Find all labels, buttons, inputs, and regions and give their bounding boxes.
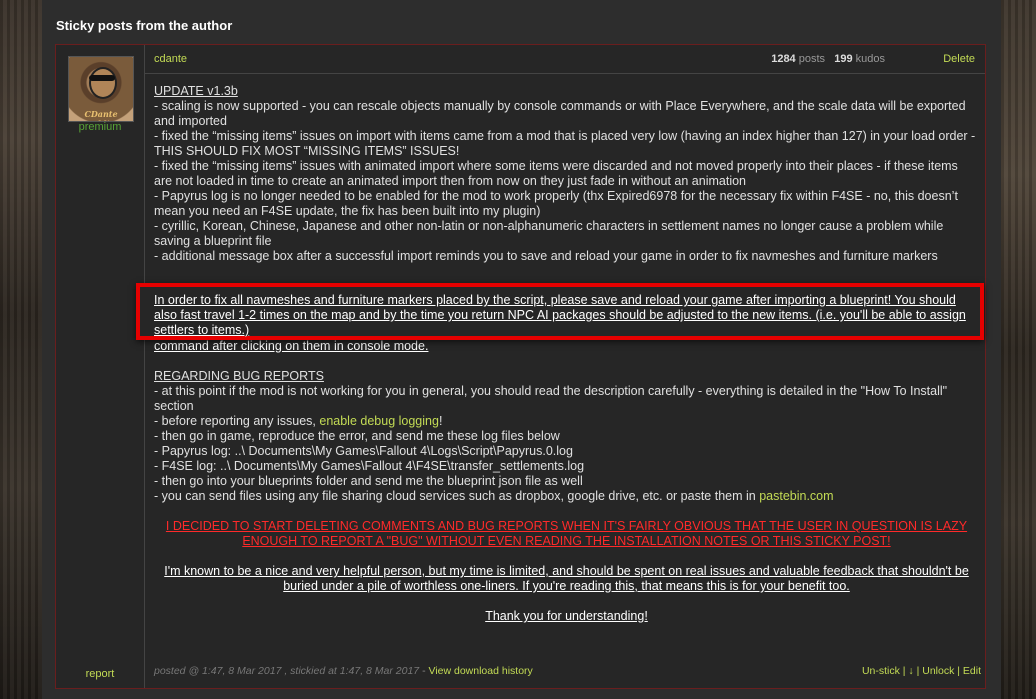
background-art-left (0, 0, 42, 699)
debug-logging-line: - before reporting any issues, enable de… (154, 414, 979, 429)
comment-body: UPDATE v1.3b - scaling is now supported … (154, 84, 979, 624)
list-item: - at this point if the mod is not workin… (154, 384, 948, 413)
action-separator: | (954, 665, 963, 677)
warning-notice: I DECIDED TO START DELETING COMMENTS AND… (165, 519, 968, 548)
avatar-face (89, 67, 117, 99)
list-item: - fixed the “missing items” issues on im… (154, 129, 976, 158)
list-item: - additional message box after a success… (154, 249, 938, 263)
edit-link[interactable]: Edit (963, 665, 981, 677)
list-item: - F4SE log: ..\ Documents\My Games\Fallo… (154, 459, 585, 473)
author-link[interactable]: cdante (154, 53, 187, 65)
comment-header: cdante 1284 posts 199 kudos Delete (144, 45, 985, 74)
highlighted-callout: In order to fix all navmeshes and furnit… (136, 283, 984, 340)
files-prefix: - you can send files using any file shar… (154, 489, 760, 503)
history-separator: - (419, 665, 429, 677)
update-list: - scaling is now supported - you can res… (154, 99, 979, 264)
list-item: - Papyrus log: ..\ Documents\My Games\Fa… (154, 444, 573, 458)
author-stats: 1284 posts 199 kudos (771, 53, 885, 65)
moderation-actions: Un-stick | ↓ | Unlock | Edit (862, 665, 981, 677)
view-download-history-link[interactable]: View download history (429, 665, 533, 677)
list-item: - cyrillic, Korean, Chinese, Japanese an… (154, 219, 944, 248)
unstick-link[interactable]: Un-stick (862, 665, 900, 677)
section-title: Sticky posts from the author (56, 18, 233, 33)
highlighted-callout-text: In order to fix all navmeshes and furnit… (154, 293, 966, 337)
kudos-count: 199 (834, 53, 853, 65)
sticky-posts-panel: Sticky posts from the author CDante Modd… (42, 0, 1001, 699)
posts-count: 1284 (771, 53, 796, 65)
bug-list-continued: - then go in game, reproduce the error, … (154, 429, 979, 489)
kudos-label: kudos (855, 53, 885, 65)
background-art-right (1001, 0, 1036, 699)
update-heading: UPDATE v1.3b (154, 84, 238, 98)
delete-button[interactable]: Delete (943, 53, 975, 65)
list-item: - then go into your blueprints folder an… (154, 474, 583, 488)
thanks-note: Thank you for understanding! (485, 609, 648, 623)
comment-footer: posted @ 1:47, 8 Mar 2017 , stickied at … (154, 665, 981, 677)
avatar-sunglasses (89, 75, 115, 81)
list-item: - scaling is now supported - you can res… (154, 99, 966, 128)
unlock-link[interactable]: Unlock (922, 665, 954, 677)
debug-suffix: ! (438, 414, 443, 428)
policy-notice: I'm known to be a nice and very helpful … (164, 564, 969, 593)
posted-timestamp: posted @ 1:47, 8 Mar 2017 , stickied at … (154, 665, 420, 677)
list-item: - fixed the “missing items” issues with … (154, 159, 958, 188)
list-item: - then go in game, reproduce the error, … (154, 429, 560, 443)
list-item: - Papyrus log is no longer needed to be … (154, 189, 958, 218)
comment-sidebar: CDante Modding premium report (56, 45, 145, 688)
debug-prefix: - before reporting any issues, (154, 414, 320, 428)
avatar[interactable]: CDante Modding (68, 56, 134, 122)
member-rank: premium (78, 121, 122, 133)
report-link[interactable]: report (56, 668, 144, 680)
bug-list: - at this point if the mod is not workin… (154, 384, 979, 414)
posts-label: posts (798, 53, 826, 65)
pastebin-link[interactable]: pastebin.com (759, 489, 833, 503)
bug-heading: REGARDING BUG REPORTS (154, 369, 324, 383)
action-separator: | (913, 665, 923, 677)
sticky-comment: CDante Modding premium report cdante 128… (55, 44, 986, 689)
debug-logging-link[interactable]: enable debug logging (319, 414, 439, 428)
pastebin-line: - you can send files using any file shar… (154, 489, 979, 504)
